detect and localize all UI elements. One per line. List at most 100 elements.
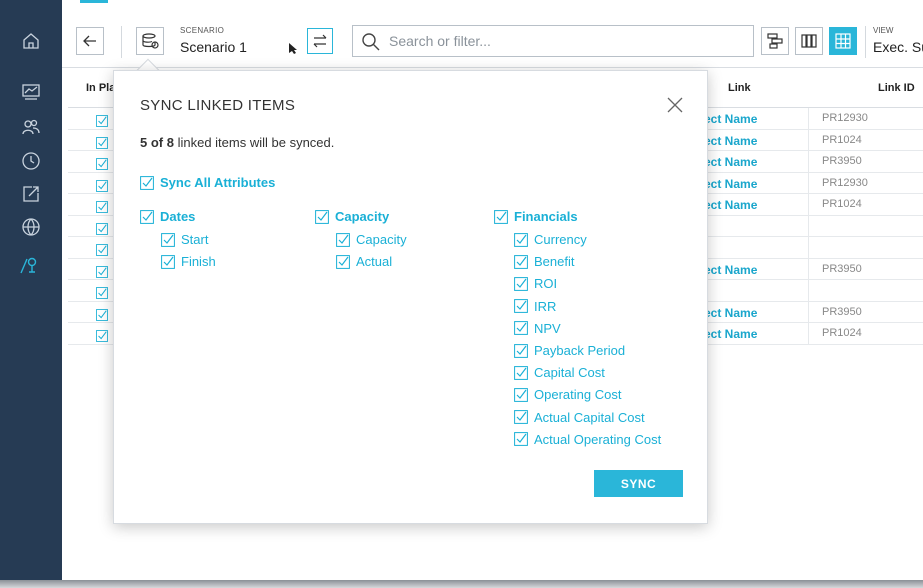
column-divider: [808, 237, 809, 258]
column-divider: [808, 172, 809, 194]
checkbox-icon: [140, 209, 154, 224]
row-checkbox[interactable]: [96, 284, 108, 299]
row-checkbox[interactable]: [96, 155, 108, 170]
export-icon[interactable]: [20, 183, 42, 205]
checkbox-financial-item[interactable]: Actual Capital Cost: [514, 410, 645, 425]
row-link[interactable]: ect Name: [704, 112, 757, 126]
checkbox-financial-item[interactable]: Payback Period: [514, 343, 625, 358]
checkbox-icon: [514, 254, 528, 269]
checkbox-label: Financials: [514, 209, 578, 224]
column-divider: [808, 280, 809, 301]
row-checkbox[interactable]: [96, 198, 108, 213]
row-link[interactable]: ect Name: [704, 134, 757, 148]
row-link[interactable]: ect Name: [704, 177, 757, 191]
people-icon[interactable]: [20, 116, 42, 138]
checkbox-financial-item[interactable]: IRR: [514, 299, 556, 314]
checkbox-icon: [514, 299, 528, 313]
checkbox-icon: [336, 254, 350, 269]
checkbox-capacity[interactable]: Capacity: [336, 232, 407, 247]
checkbox-financial-item[interactable]: Operating Cost: [514, 387, 621, 402]
view-value[interactable]: Exec. Su: [873, 39, 923, 55]
column-divider: [808, 301, 809, 323]
checkbox-label: Capacity: [335, 209, 390, 224]
row-checkbox[interactable]: [96, 134, 108, 149]
chart-icon[interactable]: [20, 81, 42, 103]
toolbar: SCENARIO Scenario 1 Search or filter... …: [62, 12, 923, 68]
checkbox-financial-item[interactable]: Currency: [514, 232, 587, 247]
row-checkbox[interactable]: [96, 112, 108, 127]
gantt-view-button[interactable]: [761, 27, 789, 55]
row-checkbox[interactable]: [96, 241, 108, 256]
row-link-id: PR1024: [822, 327, 862, 339]
checkbox-label: Start: [181, 232, 209, 247]
cursor-icon: [289, 43, 297, 54]
scenario-label: SCENARIO: [180, 26, 225, 35]
column-in-plan[interactable]: In Pla: [86, 82, 115, 94]
row-link[interactable]: ect Name: [704, 306, 757, 320]
column-link-id[interactable]: Link ID: [878, 82, 915, 94]
swap-button[interactable]: [307, 28, 333, 54]
row-checkbox[interactable]: [96, 177, 108, 192]
checkbox-financial-item[interactable]: Capital Cost: [514, 365, 605, 380]
row-link[interactable]: ect Name: [704, 327, 757, 341]
row-checkbox[interactable]: [96, 263, 108, 278]
checkbox-label: Finish: [181, 254, 216, 269]
checkbox-icon: [336, 232, 350, 247]
sync-count-rest: linked items will be synced.: [173, 135, 335, 150]
app-sidebar: [0, 0, 62, 580]
map-pin-icon[interactable]: [18, 254, 40, 276]
row-link-id: PR3950: [822, 262, 862, 275]
checkbox-icon: [315, 209, 329, 224]
row-link[interactable]: ect Name: [704, 263, 757, 277]
home-icon[interactable]: [20, 30, 42, 52]
column-divider: [808, 215, 809, 237]
clock-icon[interactable]: [20, 150, 42, 172]
checkbox-icon: [514, 276, 528, 291]
checkbox-financial-item[interactable]: Benefit: [514, 254, 574, 269]
toolbar-divider-view: [865, 26, 866, 58]
sync-button[interactable]: SYNC: [594, 470, 683, 497]
globe-icon[interactable]: [20, 216, 42, 238]
columns-view-button[interactable]: [795, 27, 823, 55]
checkbox-start[interactable]: Start: [161, 232, 208, 247]
checkbox-financial-item[interactable]: ROI: [514, 276, 557, 291]
dialog-title: SYNC LINKED ITEMS: [140, 97, 296, 114]
row-link-id: PR3950: [822, 305, 862, 318]
sync-count-strong: 5 of 8: [140, 135, 174, 150]
row-checkbox[interactable]: [96, 306, 108, 321]
checkbox-finish[interactable]: Finish: [161, 254, 216, 269]
grid-view-button[interactable]: [829, 27, 857, 55]
row-checkbox[interactable]: [96, 327, 108, 342]
column-link[interactable]: Link: [728, 82, 751, 94]
sync-count-text: 5 of 8 linked items will be synced.: [140, 135, 334, 150]
row-checkbox[interactable]: [96, 220, 108, 235]
search-input[interactable]: Search or filter...: [352, 25, 754, 57]
row-link-id: PR1024: [822, 133, 862, 146]
checkbox-label: Sync All Attributes: [160, 175, 276, 190]
checkbox-financial-item[interactable]: NPV: [514, 321, 561, 336]
row-link[interactable]: ect Name: [704, 155, 757, 169]
scenario-value[interactable]: Scenario 1: [180, 39, 247, 55]
checkbox-sync-all[interactable]: Sync All Attributes: [140, 175, 275, 190]
column-divider: [808, 108, 809, 129]
checkbox-icon: [161, 232, 175, 247]
checkbox-label: Payback Period: [534, 343, 626, 358]
checkbox-actual[interactable]: Actual: [336, 254, 392, 269]
close-icon[interactable]: [665, 95, 685, 115]
checkbox-financials[interactable]: Financials: [494, 209, 578, 224]
checkbox-label: Operating Cost: [534, 387, 622, 403]
column-divider: [808, 323, 809, 344]
checkbox-capacity-group[interactable]: Capacity: [315, 209, 389, 224]
back-button[interactable]: [76, 27, 104, 55]
checkbox-dates[interactable]: Dates: [140, 209, 195, 224]
column-divider: [808, 258, 809, 280]
checkbox-icon: [161, 254, 175, 269]
row-link[interactable]: ect Name: [704, 198, 757, 212]
checkbox-label: Capacity: [356, 232, 407, 247]
checkbox-financial-item[interactable]: Actual Operating Cost: [514, 432, 661, 447]
toolbar-divider: [121, 26, 122, 58]
row-link-id: PR1024: [822, 198, 862, 210]
row-link-id: PR3950: [822, 155, 862, 167]
database-sync-button[interactable]: [136, 27, 164, 55]
checkbox-label: Capital Cost: [534, 365, 605, 381]
